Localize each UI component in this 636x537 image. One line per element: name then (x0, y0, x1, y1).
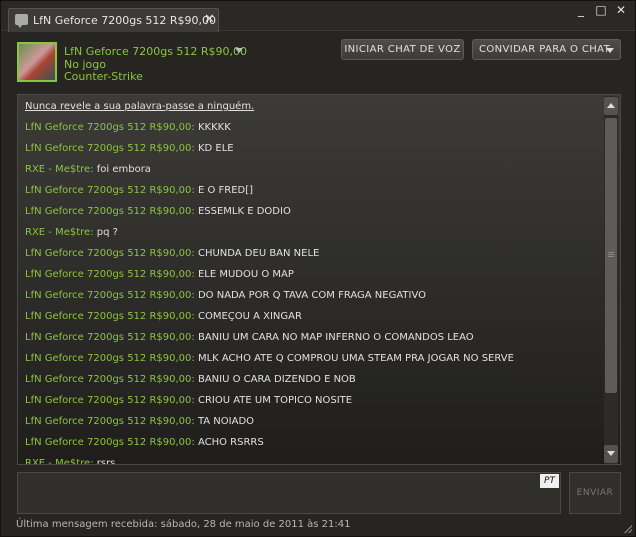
chat-bubble-icon (15, 14, 28, 28)
message-text: E O FRED[] (194, 185, 254, 196)
message-sender[interactable]: RXE - Me$tre: (25, 164, 94, 175)
chat-tab[interactable]: LfN Geforce 7200gs 512 R$90,00 ✕ (8, 8, 219, 32)
chat-message: LfN Geforce 7200gs 512 R$90,00: DO NADA … (25, 290, 426, 301)
chat-message: LfN Geforce 7200gs 512 R$90,00: TA NOIAD… (25, 416, 254, 427)
message-text: BANIU UM CARA NO MAP INFERNO O COMANDOS … (194, 332, 474, 343)
message-sender[interactable]: LfN Geforce 7200gs 512 R$90,00: (25, 122, 195, 133)
window-controls: _ □ ✕ (575, 3, 627, 17)
message-sender[interactable]: LfN Geforce 7200gs 512 R$90,00: (25, 185, 195, 196)
message-sender[interactable]: LfN Geforce 7200gs 512 R$90,00: (25, 437, 195, 448)
message-sender[interactable]: LfN Geforce 7200gs 512 R$90,00: (25, 395, 195, 406)
chat-message: RXE - Me$tre: pq ? (25, 227, 118, 238)
scroll-up-icon[interactable] (604, 97, 618, 115)
message-sender[interactable]: LfN Geforce 7200gs 512 R$90,00: (25, 290, 195, 301)
language-indicator: PT (540, 474, 559, 488)
start-voice-chat-button[interactable]: INICIAR CHAT DE VOZ (341, 39, 464, 60)
message-text: BANIU O CARA DIZENDO E NOB (194, 374, 356, 385)
chat-message: LfN Geforce 7200gs 512 R$90,00: BANIU O … (25, 374, 356, 385)
invite-button-label: CONVIDAR PARA O CHAT (479, 44, 611, 55)
message-text: KKKKK (194, 122, 231, 133)
chat-message: LfN Geforce 7200gs 512 R$90,00: ACHO RSR… (25, 437, 264, 448)
message-sender[interactable]: LfN Geforce 7200gs 512 R$90,00: (25, 143, 195, 154)
close-icon[interactable]: ✕ (615, 3, 627, 17)
title-bar: LfN Geforce 7200gs 512 R$90,00 ✕ _ □ ✕ (1, 1, 635, 32)
chat-message: LfN Geforce 7200gs 512 R$90,00: KKKKK (25, 122, 231, 133)
message-text: ELE MUDOU O MAP (194, 269, 294, 280)
message-sender[interactable]: RXE - Me$tre: (25, 458, 94, 464)
chevron-down-icon[interactable] (235, 48, 243, 53)
minimize-icon[interactable]: _ (575, 3, 587, 17)
message-sender[interactable]: LfN Geforce 7200gs 512 R$90,00: (25, 248, 195, 259)
message-text: rsrs (93, 458, 116, 465)
grip-icon (608, 252, 614, 258)
message-text: COMEÇOU A XINGAR (194, 311, 302, 322)
friend-game: Counter-Strike (64, 70, 143, 83)
message-text: CRIOU ATE UM TOPICO NOSITE (194, 395, 353, 406)
friend-avatar[interactable] (17, 42, 57, 82)
resize-grip-icon[interactable] (624, 525, 632, 533)
message-text: TA NOIADO (194, 416, 255, 427)
message-sender[interactable]: LfN Geforce 7200gs 512 R$90,00: (25, 374, 195, 385)
tab-title: LfN Geforce 7200gs 512 R$90,00 (33, 14, 217, 27)
chat-message: RXE - Me$tre: rsrs (25, 458, 116, 465)
password-warning: Nunca revele a sua palavra-passe a ningu… (25, 101, 255, 112)
chat-message: LfN Geforce 7200gs 512 R$90,00: COMEÇOU … (25, 311, 302, 322)
message-input[interactable] (17, 472, 561, 514)
scroll-down-icon[interactable] (604, 445, 618, 463)
message-text: CHUNDA DEU BAN NELE (194, 248, 320, 259)
message-sender[interactable]: LfN Geforce 7200gs 512 R$90,00: (25, 311, 195, 322)
message-text: ESSEMLK E DODIO (194, 206, 291, 217)
chat-message: LfN Geforce 7200gs 512 R$90,00: BANIU UM… (25, 332, 474, 343)
message-sender[interactable]: LfN Geforce 7200gs 512 R$90,00: (25, 416, 195, 427)
invite-to-chat-button[interactable]: CONVIDAR PARA O CHAT (472, 39, 621, 60)
message-sender[interactable]: LfN Geforce 7200gs 512 R$90,00: (25, 332, 195, 343)
message-sender[interactable]: LfN Geforce 7200gs 512 R$90,00: (25, 269, 195, 280)
message-sender[interactable]: LfN Geforce 7200gs 512 R$90,00: (25, 206, 195, 217)
chat-message: LfN Geforce 7200gs 512 R$90,00: MLK ACHO… (25, 353, 514, 364)
chat-message: LfN Geforce 7200gs 512 R$90,00: E O FRED… (25, 185, 253, 196)
chat-message: RXE - Me$tre: foi embora (25, 164, 151, 175)
chat-window: LfN Geforce 7200gs 512 R$90,00 ✕ _ □ ✕ L… (0, 0, 636, 537)
send-button[interactable]: ENVIAR (569, 472, 621, 514)
message-text: ACHO RSRRS (194, 437, 264, 448)
chat-message: LfN Geforce 7200gs 512 R$90,00: CHUNDA D… (25, 248, 319, 259)
chevron-down-icon (606, 48, 614, 53)
friend-name[interactable]: LfN Geforce 7200gs 512 R$90,00 (64, 45, 247, 58)
message-text: foi embora (93, 164, 151, 175)
message-text: MLK ACHO ATE Q COMPROU UMA STEAM PRA JOG… (194, 353, 514, 364)
maximize-icon[interactable]: □ (595, 3, 607, 17)
chat-message: LfN Geforce 7200gs 512 R$90,00: ELE MUDO… (25, 269, 294, 280)
message-sender[interactable]: LfN Geforce 7200gs 512 R$90,00: (25, 353, 195, 364)
message-text: DO NADA POR Q TAVA COM FRAGA NEGATIVO (194, 290, 427, 301)
scroll-thumb[interactable] (605, 118, 617, 393)
message-sender[interactable]: RXE - Me$tre: (25, 227, 94, 238)
chat-scrollbar[interactable] (604, 96, 618, 464)
chat-message: LfN Geforce 7200gs 512 R$90,00: ESSEMLK … (25, 206, 291, 217)
chat-log[interactable]: Nunca revele a sua palavra-passe a ningu… (17, 94, 621, 465)
tab-close-icon[interactable]: ✕ (204, 12, 215, 27)
message-text: pq ? (93, 227, 118, 238)
message-text: KD ELE (194, 143, 234, 154)
chat-message: LfN Geforce 7200gs 512 R$90,00: CRIOU AT… (25, 395, 352, 406)
last-message-status: Última mensagem recebida: sábado, 28 de … (16, 519, 351, 530)
chat-message: LfN Geforce 7200gs 512 R$90,00: KD ELE (25, 143, 234, 154)
